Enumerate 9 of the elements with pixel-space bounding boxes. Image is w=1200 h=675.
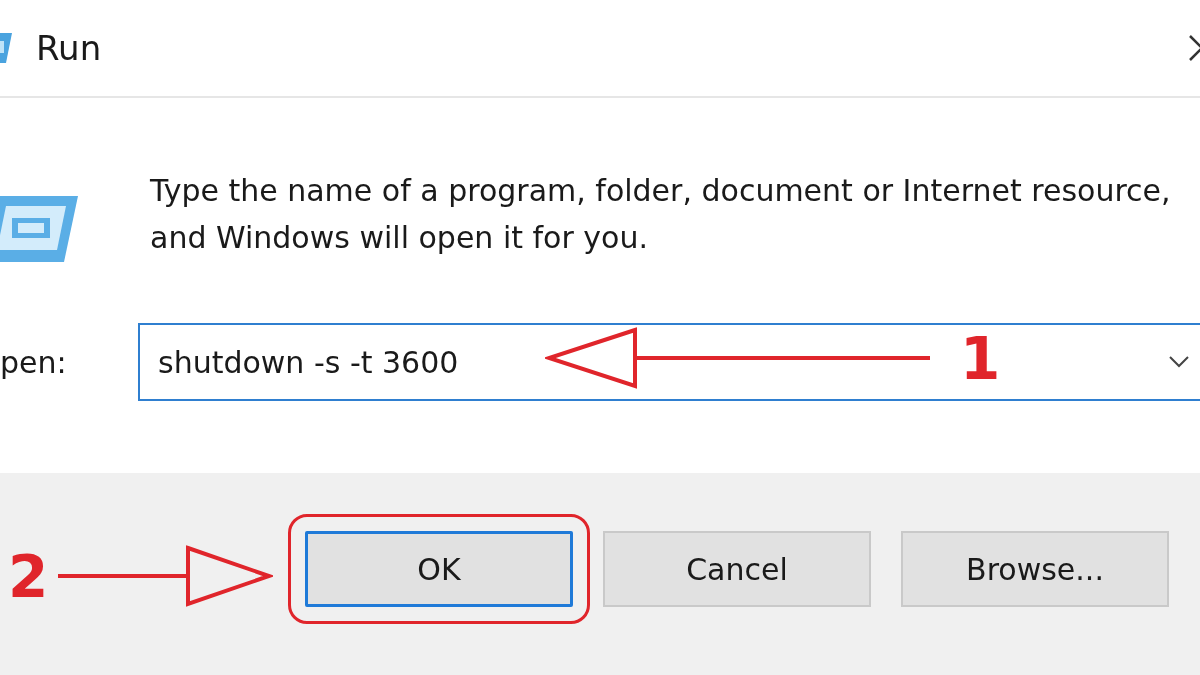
step-number: 2	[8, 548, 49, 606]
cancel-button[interactable]: Cancel	[603, 531, 871, 607]
step-number: 1	[960, 330, 1001, 388]
run-app-icon	[0, 194, 80, 264]
browse-button[interactable]: Browse...	[901, 531, 1169, 607]
instruction-text: Type the name of a program, folder, document or Internet resource, and Windows will open it for you.	[150, 172, 1172, 257]
window-title: Run	[36, 26, 102, 70]
dropdown-caret-icon[interactable]	[1168, 355, 1190, 369]
open-label: pen:	[0, 343, 68, 382]
